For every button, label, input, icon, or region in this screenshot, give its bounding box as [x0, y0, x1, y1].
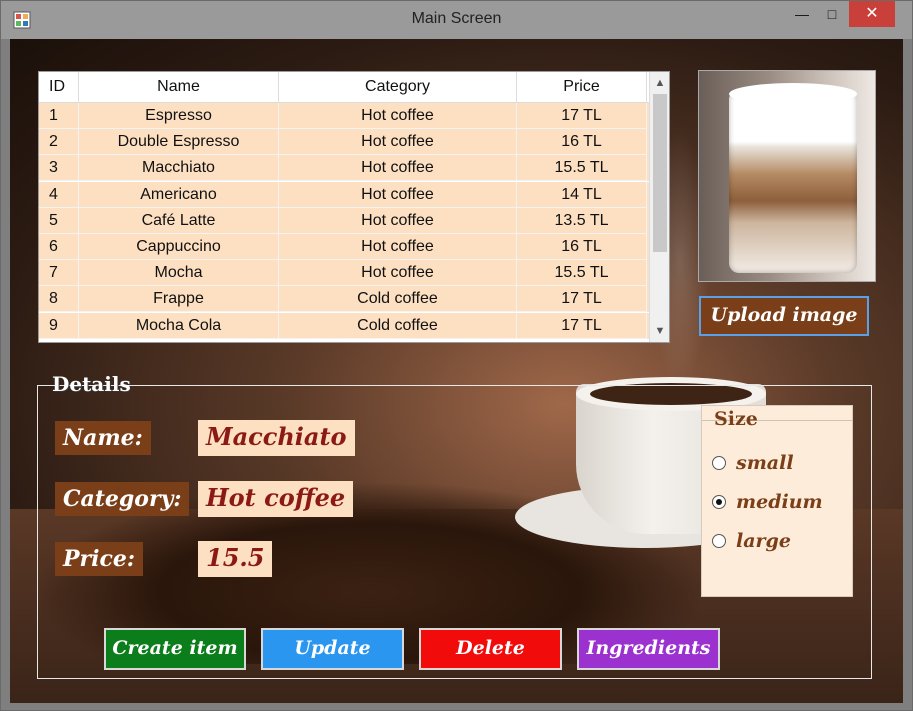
- radio-label-large: large: [736, 530, 791, 552]
- table-row[interactable]: 6 Cappuccino Hot coffee 16 TL: [39, 234, 649, 260]
- table-row[interactable]: 1 Espresso Hot coffee 17 TL: [39, 103, 649, 129]
- scroll-up-icon[interactable]: ▲: [650, 74, 669, 92]
- size-option-large[interactable]: large: [712, 529, 791, 553]
- column-header-price[interactable]: Price: [517, 72, 647, 102]
- cell-category[interactable]: Hot coffee: [279, 234, 517, 260]
- grid-header: ID Name Category Price: [39, 72, 649, 103]
- cell-name[interactable]: Frappe: [79, 286, 279, 313]
- maximize-icon[interactable]: □: [817, 1, 847, 27]
- cell-price[interactable]: 15.5 TL: [517, 260, 647, 287]
- cell-price[interactable]: 15.5 TL: [517, 155, 647, 182]
- category-label: Category:: [55, 482, 190, 516]
- radio-small[interactable]: [712, 456, 726, 470]
- cell-id[interactable]: 3: [39, 155, 79, 182]
- cell-id[interactable]: 7: [39, 260, 79, 287]
- cell-id[interactable]: 5: [39, 207, 79, 234]
- scroll-down-icon[interactable]: ▼: [650, 322, 669, 340]
- details-title: Details: [52, 372, 131, 396]
- cell-name[interactable]: Cappuccino: [79, 234, 279, 260]
- size-group: Size small medium large: [701, 405, 853, 597]
- radio-label-small: small: [736, 452, 794, 474]
- cell-category[interactable]: Cold coffee: [279, 312, 517, 339]
- cell-id[interactable]: 2: [39, 129, 79, 156]
- cell-category[interactable]: Hot coffee: [279, 129, 517, 156]
- cell-price[interactable]: 17 TL: [517, 312, 647, 339]
- column-header-name[interactable]: Name: [79, 72, 279, 102]
- column-header-id[interactable]: ID: [39, 72, 79, 102]
- items-grid[interactable]: ID Name Category Price 1 Espresso Hot coff…: [38, 71, 670, 343]
- cell-id[interactable]: 9: [39, 312, 79, 339]
- cell-category[interactable]: Hot coffee: [279, 181, 517, 208]
- minimize-icon[interactable]: —: [787, 1, 817, 27]
- ingredients-button[interactable]: Ingredients: [577, 628, 720, 670]
- column-header-category[interactable]: Category: [279, 72, 517, 102]
- latte-foam-image: [729, 83, 857, 105]
- main-window: Main Screen — □ ✕ ID Name Category Price…: [0, 0, 913, 711]
- cell-name[interactable]: Macchiato: [79, 155, 279, 182]
- cell-price[interactable]: 16 TL: [517, 129, 647, 156]
- close-icon[interactable]: ✕: [849, 1, 895, 27]
- table-row[interactable]: 2 Double Espresso Hot coffee 16 TL: [39, 129, 649, 156]
- size-option-medium[interactable]: medium: [712, 490, 823, 514]
- delete-button[interactable]: Delete: [419, 628, 562, 670]
- radio-large[interactable]: [712, 534, 726, 548]
- table-row[interactable]: 9 Mocha Cola Cold coffee 17 TL: [39, 312, 649, 339]
- table-row[interactable]: 5 Café Latte Hot coffee 13.5 TL: [39, 207, 649, 234]
- cell-price[interactable]: 17 TL: [517, 286, 647, 313]
- table-row[interactable]: 7 Mocha Hot coffee 15.5 TL: [39, 260, 649, 287]
- table-row[interactable]: 3 Macchiato Hot coffee 15.5 TL: [39, 155, 649, 182]
- upload-image-button[interactable]: Upload image: [699, 296, 869, 336]
- grid-scrollbar[interactable]: ▲ ▼: [649, 72, 669, 342]
- latte-glass-image: [729, 93, 857, 273]
- cell-category[interactable]: Hot coffee: [279, 103, 517, 129]
- cell-name[interactable]: Double Espresso: [79, 129, 279, 156]
- cell-name[interactable]: Americano: [79, 181, 279, 208]
- size-title: Size: [714, 408, 758, 430]
- cell-category[interactable]: Hot coffee: [279, 155, 517, 182]
- name-label: Name:: [55, 421, 151, 455]
- cell-price[interactable]: 16 TL: [517, 234, 647, 260]
- item-picture: [698, 70, 876, 282]
- title-bar: Main Screen — □ ✕: [1, 1, 912, 39]
- cell-name[interactable]: Mocha: [79, 260, 279, 287]
- update-button[interactable]: Update: [261, 628, 404, 670]
- price-value: 15.5: [198, 541, 273, 577]
- cell-category[interactable]: Hot coffee: [279, 207, 517, 234]
- cell-id[interactable]: 1: [39, 103, 79, 129]
- radio-label-medium: medium: [736, 491, 823, 513]
- cell-name[interactable]: Mocha Cola: [79, 312, 279, 339]
- scroll-thumb[interactable]: [653, 94, 667, 252]
- cell-name[interactable]: Café Latte: [79, 207, 279, 234]
- size-option-small[interactable]: small: [712, 451, 794, 475]
- create-item-button[interactable]: Create item: [104, 628, 246, 670]
- cell-id[interactable]: 6: [39, 234, 79, 260]
- cell-price[interactable]: 17 TL: [517, 103, 647, 129]
- window-title: Main Screen: [411, 10, 502, 27]
- cell-category[interactable]: Cold coffee: [279, 286, 517, 313]
- table-row[interactable]: 4 Americano Hot coffee 14 TL: [39, 181, 649, 208]
- category-value: Hot coffee: [198, 481, 354, 517]
- main-form: ID Name Category Price 1 Espresso Hot coff…: [10, 39, 903, 703]
- radio-medium[interactable]: [712, 495, 726, 509]
- name-value: Macchiato: [198, 420, 355, 456]
- price-label: Price:: [55, 542, 144, 576]
- cell-id[interactable]: 8: [39, 286, 79, 313]
- cell-price[interactable]: 14 TL: [517, 181, 647, 208]
- cell-id[interactable]: 4: [39, 181, 79, 208]
- cell-price[interactable]: 13.5 TL: [517, 207, 647, 234]
- table-row[interactable]: 8 Frappe Cold coffee 17 TL: [39, 286, 649, 313]
- cell-category[interactable]: Hot coffee: [279, 260, 517, 287]
- cell-name[interactable]: Espresso: [79, 103, 279, 129]
